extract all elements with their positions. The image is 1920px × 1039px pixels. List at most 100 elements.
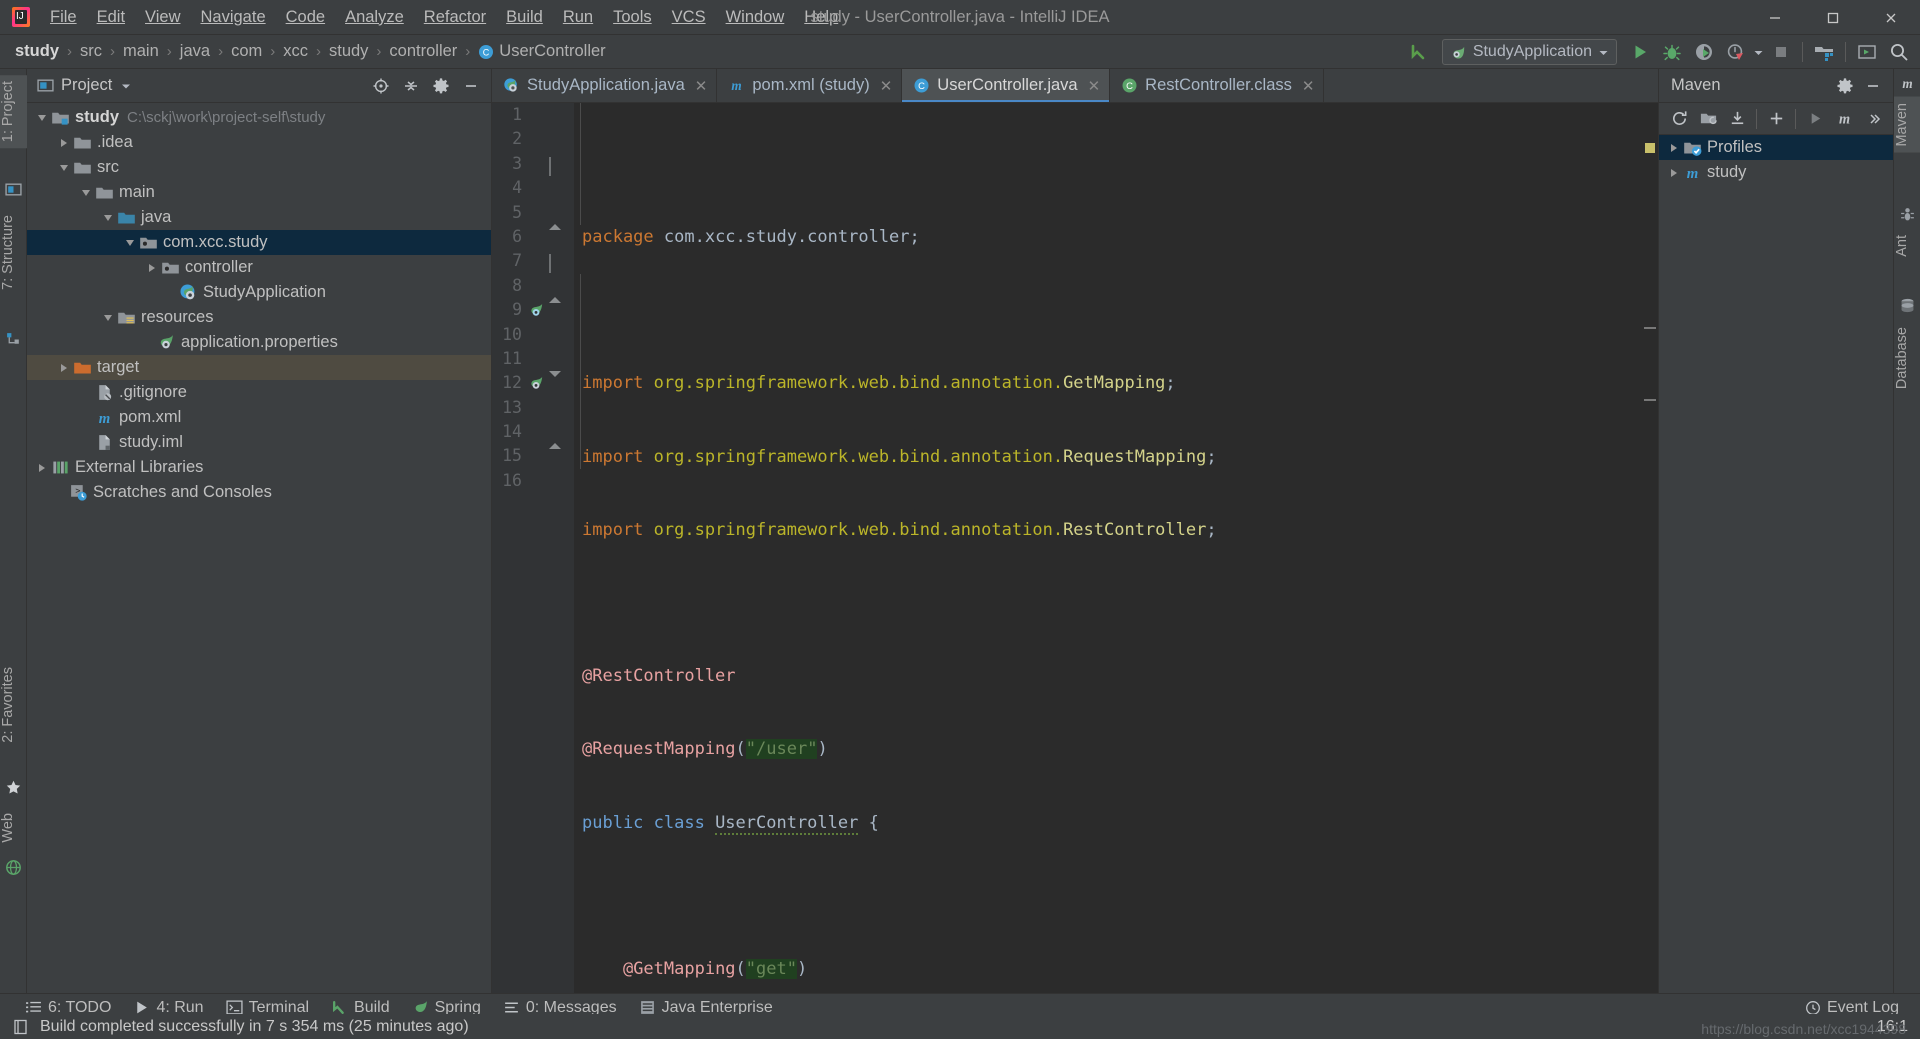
code-line-3[interactable]: import org.springframework.web.bind.anno… xyxy=(574,371,1658,395)
sidebar-item-project[interactable]: 1: Project xyxy=(0,75,27,149)
tree-row-scratches-and-consoles[interactable]: > Scratches and Consoles xyxy=(27,480,491,505)
code-line-5[interactable]: import org.springframework.web.bind.anno… xyxy=(574,518,1658,542)
sidebar-item-structure[interactable]: 7: Structure xyxy=(0,209,27,296)
maximize-button[interactable] xyxy=(1804,0,1862,35)
execute-goal-button[interactable] xyxy=(1801,106,1829,132)
code-line-11[interactable]: @GetMapping("get") xyxy=(574,957,1658,981)
tree-arrow[interactable] xyxy=(143,259,161,277)
debug-button[interactable] xyxy=(1657,38,1687,66)
back-button[interactable] xyxy=(1404,38,1434,66)
breadcrumb-item-com[interactable]: com xyxy=(228,40,265,63)
hide-project-panel-button[interactable] xyxy=(457,73,485,99)
stop-button[interactable] xyxy=(1766,38,1796,66)
code-line-6[interactable] xyxy=(574,591,1658,615)
collapse-all-button[interactable] xyxy=(397,73,425,99)
hide-maven-panel-button[interactable] xyxy=(1859,73,1887,99)
spring-bean-gutter-icon[interactable] xyxy=(528,302,544,318)
code-line-4[interactable]: import org.springframework.web.bind.anno… xyxy=(574,445,1658,469)
tree-row-target[interactable]: target xyxy=(27,355,491,380)
run-button[interactable] xyxy=(1625,38,1655,66)
project-tree[interactable]: study C:\sckj\work\project-self\study .i… xyxy=(27,103,491,1005)
maven-tree[interactable]: Profiles m study xyxy=(1659,135,1893,185)
code-line-8[interactable]: @RequestMapping("/user") xyxy=(574,737,1658,761)
tree-arrow[interactable] xyxy=(99,309,117,327)
tab-pom-xml[interactable]: m pom.xml (study) ✕ xyxy=(717,69,903,102)
chevron-down-icon[interactable] xyxy=(120,80,132,92)
tree-row-study[interactable]: study C:\sckj\work\project-self\study xyxy=(27,105,491,130)
menu-view[interactable]: View xyxy=(135,0,190,35)
tree-row-com-xcc-study[interactable]: com.xcc.study xyxy=(27,230,491,255)
menu-window[interactable]: Window xyxy=(716,0,795,35)
menu-refactor[interactable]: Refactor xyxy=(414,0,496,35)
tree-arrow[interactable] xyxy=(1665,164,1683,182)
sidebar-item-maven[interactable]: Maven xyxy=(1894,97,1920,153)
maven-settings-button[interactable] xyxy=(1831,73,1859,99)
code-line-7[interactable]: @RestController xyxy=(574,664,1658,688)
breadcrumb-item-study[interactable]: study xyxy=(12,40,62,63)
tree-row-src[interactable]: src xyxy=(27,155,491,180)
run-with-coverage-button[interactable] xyxy=(1689,38,1719,66)
tree-row-study-iml[interactable]: study.iml xyxy=(27,430,491,455)
menu-vcs[interactable]: VCS xyxy=(662,0,716,35)
close-icon[interactable]: ✕ xyxy=(695,77,708,95)
sidebar-item-ant[interactable]: Ant xyxy=(1894,229,1920,263)
tree-arrow[interactable] xyxy=(55,359,73,377)
breadcrumb-item-controller[interactable]: controller xyxy=(386,40,460,63)
tree-row-idea[interactable]: .idea xyxy=(27,130,491,155)
tree-row-java[interactable]: java xyxy=(27,205,491,230)
tree-arrow[interactable] xyxy=(77,184,95,202)
add-goal-button[interactable] xyxy=(1762,106,1790,132)
project-structure-button[interactable] xyxy=(1809,38,1839,66)
menu-navigate[interactable]: Navigate xyxy=(191,0,276,35)
menu-file[interactable]: File xyxy=(40,0,87,35)
close-icon[interactable]: ✕ xyxy=(880,77,893,95)
fold-toggle-imports[interactable] xyxy=(549,156,562,176)
tree-row-controller[interactable]: controller xyxy=(27,255,491,280)
maven-goal-button[interactable]: m xyxy=(1830,106,1858,132)
reload-all-projects-button[interactable] xyxy=(1665,106,1693,132)
fold-end-method[interactable] xyxy=(549,426,562,450)
code-editor[interactable]: 1 2 3 4 5 6 7 8 9 10 11 12 13 14 15 16 p… xyxy=(492,103,1658,1005)
restore-layout-button[interactable] xyxy=(1852,38,1882,66)
add-maven-project-button[interactable] xyxy=(1694,106,1722,132)
breadcrumb-item-src[interactable]: src xyxy=(77,40,105,63)
fold-toggle-method[interactable] xyxy=(549,371,562,395)
menu-run[interactable]: Run xyxy=(553,0,603,35)
fold-end-annotations[interactable] xyxy=(549,279,562,303)
error-stripe-marker-panel[interactable] xyxy=(1642,137,1658,1005)
close-button[interactable] xyxy=(1862,0,1920,35)
warning-stripe-mark[interactable] xyxy=(1645,143,1655,153)
tree-row-pom-xml[interactable]: m pom.xml xyxy=(27,405,491,430)
tree-row-studyapplication[interactable]: StudyApplication xyxy=(27,280,491,305)
fold-end-imports[interactable] xyxy=(549,206,562,230)
close-icon[interactable]: ✕ xyxy=(1302,77,1315,95)
code-line-9[interactable]: public class UserController { xyxy=(574,811,1658,835)
search-everywhere-button[interactable] xyxy=(1884,38,1914,66)
tab-studyapplication-java[interactable]: StudyApplication.java ✕ xyxy=(492,69,718,102)
sidebar-item-database[interactable]: Database xyxy=(1894,321,1920,395)
profiler-button[interactable] xyxy=(1721,38,1751,66)
minimize-button[interactable] xyxy=(1746,0,1804,35)
breadcrumb-item-study-pkg[interactable]: study xyxy=(326,40,371,63)
menu-build[interactable]: Build xyxy=(496,0,553,35)
project-settings-button[interactable] xyxy=(427,73,455,99)
menu-edit[interactable]: Edit xyxy=(87,0,135,35)
scroll-from-source-button[interactable] xyxy=(367,73,395,99)
sidebar-item-web[interactable]: Web xyxy=(0,807,27,849)
tree-arrow[interactable] xyxy=(99,209,117,227)
tab-restcontroller-class[interactable]: C RestController.class ✕ xyxy=(1110,69,1325,102)
tree-row-application-properties[interactable]: application.properties xyxy=(27,330,491,355)
tree-arrow[interactable] xyxy=(121,234,139,252)
code-text[interactable]: package com.xcc.study.controller; import… xyxy=(574,103,1658,1005)
menu-analyze[interactable]: Analyze xyxy=(335,0,414,35)
tree-arrow[interactable] xyxy=(1665,139,1683,157)
code-line-1[interactable]: package com.xcc.study.controller; xyxy=(574,225,1658,249)
editor-gutter[interactable]: 1 2 3 4 5 6 7 8 9 10 11 12 13 14 15 16 xyxy=(492,103,574,1005)
run-configuration-selector[interactable]: StudyApplication xyxy=(1441,39,1617,65)
menu-help[interactable]: Help xyxy=(794,0,848,35)
close-icon[interactable]: ✕ xyxy=(1088,77,1101,95)
fold-toggle-annotations[interactable] xyxy=(549,254,562,274)
code-line-10[interactable] xyxy=(574,884,1658,908)
menu-tools[interactable]: Tools xyxy=(603,0,662,35)
tree-row-resources[interactable]: resources xyxy=(27,305,491,330)
